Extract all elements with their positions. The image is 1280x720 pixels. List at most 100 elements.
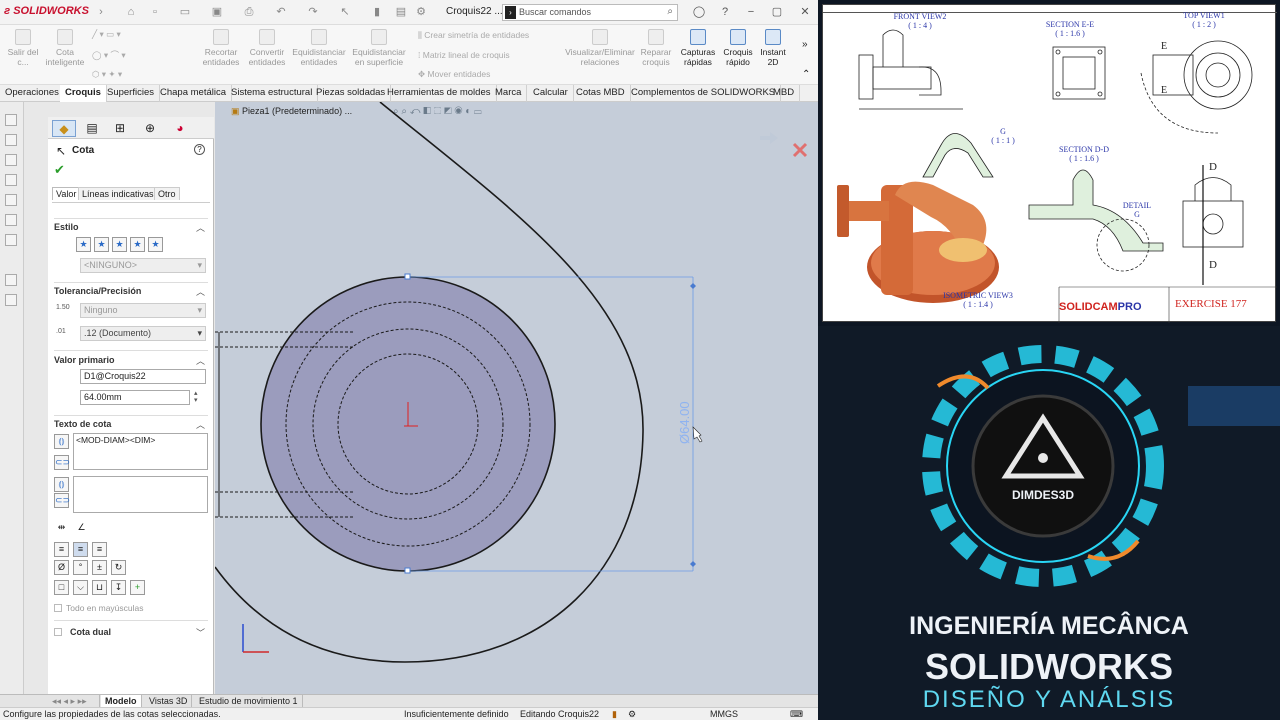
- dimension-name-field[interactable]: D1@Croquis22: [80, 369, 206, 384]
- arrow-handle[interactable]: [690, 283, 696, 289]
- exit-sketch-corner-icon[interactable]: [760, 132, 778, 144]
- strip-tool-icon[interactable]: [5, 194, 17, 206]
- tab-calcular[interactable]: Calcular: [528, 85, 574, 102]
- dimension-label[interactable]: Ø64.00: [677, 401, 692, 444]
- menu-arrow-icon[interactable]: ›: [94, 5, 108, 19]
- strip-tool-icon[interactable]: [5, 214, 17, 226]
- trim-entities-button[interactable]: Recortar entidades: [198, 29, 244, 67]
- strip-tool-icon[interactable]: [5, 174, 17, 186]
- rapid-sketch-button[interactable]: Croquis rápido: [720, 29, 756, 67]
- align-left-icon[interactable]: ≡: [54, 542, 69, 557]
- undo-icon[interactable]: ↶: [274, 5, 288, 19]
- subtab-otro[interactable]: Otro: [154, 187, 180, 200]
- open-folder-icon[interactable]: ▭: [178, 5, 192, 19]
- offset-on-surface-button[interactable]: Equidistanciar en superficie: [350, 29, 408, 67]
- display-delete-relations-button[interactable]: Visualizar/Eliminar relaciones: [562, 29, 638, 67]
- centerline-symbol-button[interactable]: ↻: [111, 560, 126, 575]
- maximize-icon[interactable]: ▢: [770, 5, 784, 19]
- update-style-icon[interactable]: ★: [112, 237, 127, 252]
- strip-tool-icon[interactable]: [5, 294, 17, 306]
- more-symbols-icon[interactable]: +: [130, 580, 145, 595]
- rebuild-indicator-icon[interactable]: ▮: [612, 708, 617, 720]
- redo-icon[interactable]: ↷: [306, 5, 320, 19]
- inspection-dimension-icon[interactable]: ⊂⊃: [54, 493, 70, 508]
- all-uppercase-checkbox[interactable]: [54, 604, 62, 612]
- dimension-handle[interactable]: [404, 567, 411, 574]
- dimension-text-area-below[interactable]: [73, 476, 208, 513]
- property-manager-tab-icon[interactable]: ▤: [80, 120, 104, 137]
- dimxpert-tab-icon[interactable]: ⊕: [138, 120, 162, 137]
- instant-2d-button[interactable]: Instant 2D: [756, 29, 790, 67]
- tab-cotas-mbd[interactable]: Cotas MBD: [571, 85, 631, 102]
- horizontal-justify-icon[interactable]: ⇹: [54, 521, 69, 536]
- close-icon[interactable]: ✕: [798, 5, 812, 19]
- depth-symbol-icon[interactable]: ↧: [111, 580, 126, 595]
- countersink-symbol-icon[interactable]: ⊔: [92, 580, 107, 595]
- units-system[interactable]: MMGS: [710, 708, 738, 720]
- help-icon[interactable]: ?: [718, 5, 732, 19]
- align-center-icon[interactable]: ≡: [73, 542, 88, 557]
- offset-entities-button[interactable]: Equidistanciar entidades: [290, 29, 348, 67]
- tab-sistema-estructural[interactable]: Sistema estructural: [226, 85, 319, 102]
- strip-tool-icon[interactable]: [5, 134, 17, 146]
- select-icon[interactable]: ↖: [338, 5, 352, 19]
- tab-mbd[interactable]: MBD: [768, 85, 801, 102]
- expand-chevron-icon[interactable]: ﹀: [196, 626, 205, 639]
- gear-icon[interactable]: ⚙: [628, 708, 636, 720]
- value-spinner-icon[interactable]: ▴ ▾: [194, 390, 198, 404]
- move-entities-command[interactable]: ✥ Mover entidades: [418, 69, 490, 80]
- exit-sketch-button[interactable]: Salir del c...: [6, 29, 40, 67]
- tab-piezas-soldadas[interactable]: Piezas soldadas: [311, 85, 392, 102]
- convert-entities-button[interactable]: Convertir entidades: [246, 29, 288, 67]
- diameter-symbol-button[interactable]: Ø: [54, 560, 69, 575]
- save-icon[interactable]: ▣: [210, 5, 224, 19]
- minimize-icon[interactable]: −: [744, 5, 758, 19]
- ribbon-collapse-icon[interactable]: ⌃: [802, 69, 810, 80]
- square-symbol-icon[interactable]: □: [54, 580, 69, 595]
- counterbore-symbol-icon[interactable]: ⌵: [73, 580, 88, 595]
- dimension-value-field[interactable]: 64.00mm: [80, 390, 190, 405]
- keyboard-icon[interactable]: ⌨: [790, 708, 803, 720]
- file-properties-icon[interactable]: ▤: [394, 5, 408, 19]
- tab-complementos[interactable]: Complementos de SOLIDWORKS: [626, 85, 782, 102]
- style-select[interactable]: <NINGUNO> ▾: [80, 258, 206, 273]
- search-commands-input[interactable]: › Buscar comandos ⌕: [502, 4, 678, 21]
- options-gear-icon[interactable]: ⚙: [414, 5, 428, 19]
- user-account-icon[interactable]: ◯: [692, 5, 706, 19]
- feature-manager-tab-icon[interactable]: ◆: [52, 120, 76, 137]
- dimension-text-area[interactable]: <MOD-DIAM><DIM>: [73, 433, 208, 470]
- add-style-icon[interactable]: ★: [94, 237, 109, 252]
- ribbon-more-icon[interactable]: »: [802, 39, 808, 50]
- ok-checkmark-icon[interactable]: ✔: [54, 162, 65, 178]
- text-angle-icon[interactable]: ∠: [74, 521, 89, 536]
- tab-superficies[interactable]: Superficies: [102, 85, 160, 102]
- section-texto-cota-header[interactable]: Texto de cota: [54, 419, 111, 429]
- degree-symbol-button[interactable]: °: [73, 560, 88, 575]
- dimension-handle[interactable]: [404, 273, 411, 280]
- collapse-chevron-icon[interactable]: ︿: [196, 285, 205, 298]
- load-style-icon[interactable]: ★: [148, 237, 163, 252]
- collapse-chevron-icon[interactable]: ︿: [196, 221, 205, 234]
- precision-select[interactable]: .12 (Documento) ▾: [80, 326, 206, 341]
- confirmation-corner[interactable]: [760, 132, 808, 158]
- cancel-sketch-corner-icon[interactable]: [792, 142, 808, 158]
- help-icon[interactable]: ?: [194, 144, 205, 155]
- section-tolerancia-header[interactable]: Tolerancia/Precisión: [54, 286, 141, 296]
- collapse-chevron-icon[interactable]: ︿: [196, 418, 205, 431]
- tab-chapa-metalica[interactable]: Chapa metálica: [155, 85, 233, 102]
- rebuild-icon[interactable]: ▮: [370, 5, 384, 19]
- home-icon[interactable]: ⌂: [124, 5, 138, 19]
- save-style-icon[interactable]: ★: [130, 237, 145, 252]
- configuration-manager-tab-icon[interactable]: ⊞: [108, 120, 132, 137]
- strip-tool-icon[interactable]: [5, 154, 17, 166]
- strip-tool-icon[interactable]: [5, 114, 17, 126]
- subtab-lineas-indicativas[interactable]: Líneas indicativas: [78, 187, 158, 200]
- subtab-valor[interactable]: Valor: [52, 187, 81, 200]
- collapse-chevron-icon[interactable]: ︿: [196, 354, 205, 367]
- inspection-dimension-icon[interactable]: ⊂⊃: [54, 455, 70, 470]
- strip-tool-icon[interactable]: [5, 274, 17, 286]
- print-icon[interactable]: ⎙: [242, 5, 256, 19]
- add-parentheses-icon[interactable]: ⦅⦆: [54, 477, 69, 492]
- tab-marca[interactable]: Marca: [490, 85, 528, 102]
- polygon-tools-group[interactable]: ⬡ ▾ ✦ ▾: [92, 69, 122, 80]
